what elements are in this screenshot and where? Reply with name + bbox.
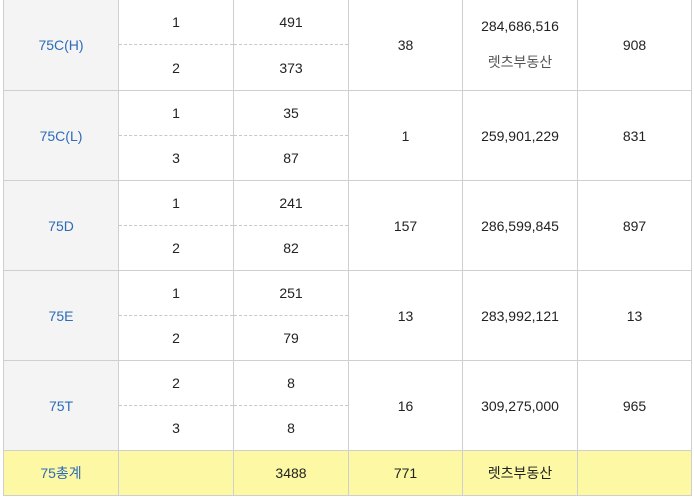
price-cell: 284,686,516 렛츠부동산 <box>462 0 578 91</box>
price-cell: 286,599,845 <box>462 180 578 271</box>
type-cell[interactable]: 75C(H) <box>3 0 119 91</box>
households-cell: 157 <box>348 180 463 271</box>
last-cell: 897 <box>577 180 692 271</box>
watermark-text: 렛츠부동산 <box>487 54 553 70</box>
price-cell: 259,901,229 <box>462 90 578 181</box>
type-cell[interactable]: 75D <box>3 180 119 271</box>
floor-cell: 1 <box>118 0 234 46</box>
price-cell: 283,992,121 <box>462 270 578 361</box>
type-cell[interactable]: 75T <box>3 360 119 451</box>
total-count-cell: 3488 <box>233 450 349 496</box>
total-row: 75총계 3488 771 렛츠부동산 <box>3 450 692 496</box>
count-cell: 79 <box>233 315 349 361</box>
floor-cell: 2 <box>118 315 234 361</box>
table-row: 75E 1 251 13 283,992,121 13 <box>3 270 692 361</box>
count-cell: 82 <box>233 225 349 271</box>
floor-cell: 1 <box>118 180 234 226</box>
type-cell[interactable]: 75E <box>3 270 119 361</box>
last-cell: 965 <box>577 360 692 451</box>
total-households-cell: 771 <box>348 450 463 496</box>
floor-cell: 2 <box>118 225 234 271</box>
total-last-cell <box>577 450 692 496</box>
last-cell: 908 <box>577 0 692 91</box>
total-note-cell: 렛츠부동산 <box>462 450 578 496</box>
households-cell: 16 <box>348 360 463 451</box>
table-row: 75T 2 8 16 309,275,000 965 <box>3 360 692 451</box>
floor-cell: 1 <box>118 270 234 316</box>
total-label[interactable]: 75총계 <box>3 450 119 496</box>
count-cell: 8 <box>233 405 349 451</box>
table-row: 75D 1 241 157 286,599,845 897 <box>3 180 692 271</box>
last-cell: 13 <box>577 270 692 361</box>
floor-cell: 2 <box>118 44 234 91</box>
count-cell: 87 <box>233 135 349 181</box>
type-cell[interactable]: 75C(L) <box>3 90 119 181</box>
floor-cell: 1 <box>118 90 234 136</box>
count-cell: 8 <box>233 360 349 406</box>
households-cell: 13 <box>348 270 463 361</box>
count-cell: 373 <box>233 44 349 91</box>
floor-cell: 3 <box>118 405 234 451</box>
floor-cell: 3 <box>118 135 234 181</box>
housing-type-table: 75C(H) 1 491 38 284,686,516 렛츠부동산 908 2 … <box>3 0 692 496</box>
floor-cell: 2 <box>118 360 234 406</box>
count-cell: 35 <box>233 90 349 136</box>
price-value: 284,686,516 <box>481 18 559 34</box>
count-cell: 491 <box>233 0 349 46</box>
table-row: 75C(L) 1 35 1 259,901,229 831 <box>3 90 692 181</box>
table-row: 75C(H) 1 491 38 284,686,516 렛츠부동산 908 <box>3 0 692 91</box>
price-cell: 309,275,000 <box>462 360 578 451</box>
last-cell: 831 <box>577 90 692 181</box>
count-cell: 241 <box>233 180 349 226</box>
count-cell: 251 <box>233 270 349 316</box>
households-cell: 38 <box>348 0 463 91</box>
total-floor-cell <box>118 450 234 496</box>
households-cell: 1 <box>348 90 463 181</box>
